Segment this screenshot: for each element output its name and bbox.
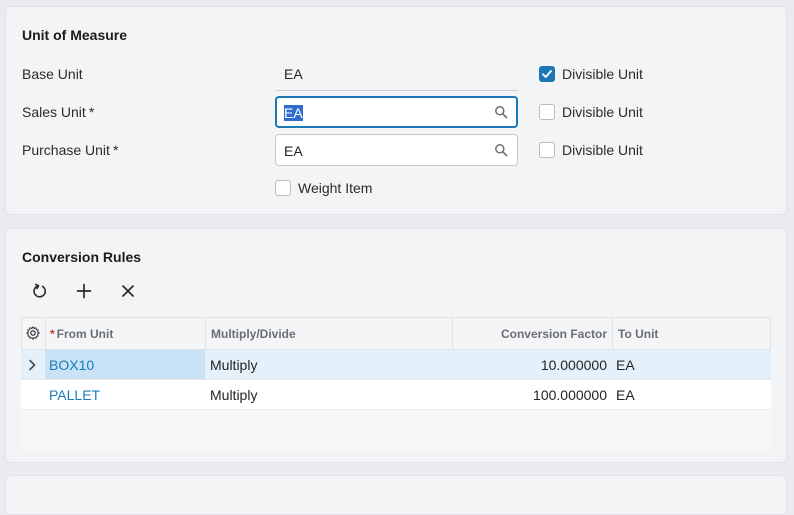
delete-row-button[interactable] (116, 279, 140, 303)
required-marker: * (112, 142, 119, 158)
base-unit-divisible-checkbox[interactable] (539, 66, 555, 82)
weight-item-label: Weight Item (298, 180, 373, 196)
chevron-right-icon (29, 359, 36, 371)
base-unit-label: Base Unit (22, 66, 83, 82)
column-header-multiply-divide[interactable]: Multiply/Divide (206, 318, 453, 349)
table-row[interactable]: PALLET Multiply 100.000000 EA (21, 380, 771, 410)
grid-header: * From Unit Multiply/Divide Conversion Fa… (21, 317, 771, 350)
unit-of-measure-panel: Unit of Measure Base Unit EA Divisible U… (5, 6, 787, 215)
base-unit-value: EA (276, 59, 518, 91)
from-unit-cell[interactable]: BOX10 (45, 350, 205, 379)
purchase-unit-input[interactable]: EA (275, 134, 518, 166)
gear-icon (26, 326, 40, 340)
sales-unit-divisible-label: Divisible Unit (562, 104, 643, 120)
unit-of-measure-title: Unit of Measure (22, 27, 128, 43)
close-icon (122, 285, 134, 297)
refresh-icon (33, 283, 47, 298)
sales-unit-input[interactable]: EA (275, 96, 518, 128)
multiply-divide-cell[interactable]: Multiply (205, 380, 452, 409)
purchase-unit-label-text: Purchase Unit (22, 142, 110, 158)
column-header-from-unit-text: From Unit (56, 327, 114, 341)
required-marker: * (88, 104, 95, 120)
row-expand-button[interactable] (21, 350, 45, 379)
purchase-unit-divisible-label: Divisible Unit (562, 142, 643, 158)
purchase-unit-value[interactable]: EA (284, 143, 303, 159)
plus-icon (76, 283, 92, 299)
weight-item-checkbox[interactable] (275, 180, 291, 196)
multiply-divide-cell[interactable]: Multiply (205, 350, 452, 379)
base-unit-divisible-label: Divisible Unit (562, 66, 643, 82)
to-unit-cell[interactable]: EA (612, 350, 769, 379)
conversion-rules-title: Conversion Rules (22, 249, 142, 265)
sales-unit-value[interactable]: EA (284, 105, 303, 121)
search-icon[interactable] (494, 105, 508, 119)
table-row[interactable]: BOX10 Multiply 10.000000 EA (21, 350, 771, 380)
column-header-to-unit[interactable]: To Unit (613, 318, 770, 349)
column-header-from-unit[interactable]: * From Unit (46, 318, 206, 349)
grid-settings-button[interactable] (22, 318, 46, 349)
grid-empty-area (21, 410, 771, 450)
purchase-unit-divisible-checkbox[interactable] (539, 142, 555, 158)
next-panel (5, 475, 787, 515)
from-unit-cell[interactable]: PALLET (45, 380, 205, 409)
refresh-button[interactable] (28, 279, 52, 303)
search-icon[interactable] (494, 143, 508, 157)
checkmark-icon (542, 70, 552, 78)
conversion-factor-cell[interactable]: 10.000000 (452, 350, 612, 379)
sales-unit-divisible-checkbox[interactable] (539, 104, 555, 120)
conversion-rules-panel: Conversion Rules * From Unit Multiply/Di… (5, 228, 787, 463)
purchase-unit-label: Purchase Unit * (22, 142, 118, 158)
sales-unit-label: Sales Unit * (22, 104, 94, 120)
sales-unit-label-text: Sales Unit (22, 104, 86, 120)
base-unit-label-text: Base Unit (22, 66, 83, 82)
column-header-conversion-factor[interactable]: Conversion Factor (453, 318, 613, 349)
conversion-rules-grid: * From Unit Multiply/Divide Conversion Fa… (21, 317, 771, 450)
required-marker: * (50, 327, 55, 341)
to-unit-cell[interactable]: EA (612, 380, 769, 409)
conversion-factor-cell[interactable]: 100.000000 (452, 380, 612, 409)
add-row-button[interactable] (72, 279, 96, 303)
